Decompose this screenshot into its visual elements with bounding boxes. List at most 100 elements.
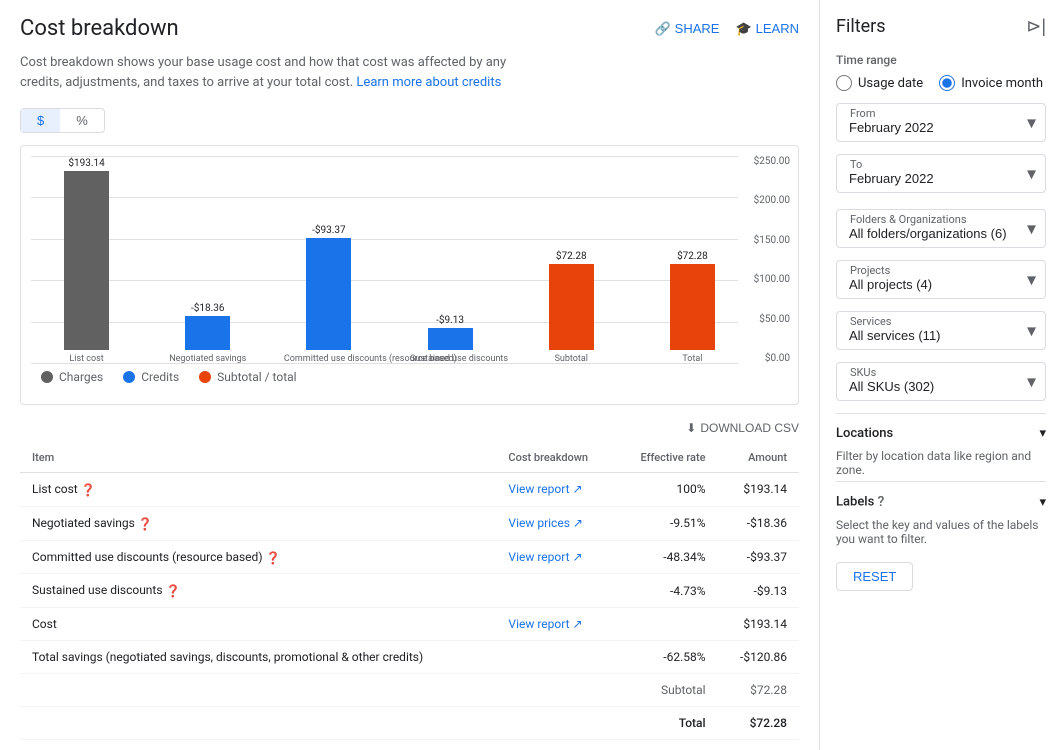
- y-label: $150.00: [754, 235, 790, 246]
- cell-amount: -$120.86: [718, 641, 799, 674]
- to-select[interactable]: February 2022: [836, 154, 1046, 193]
- bar-rect: [428, 328, 473, 350]
- subtotal-empty-1: [20, 674, 496, 707]
- download-icon: ⬇: [686, 421, 696, 435]
- percent-toggle[interactable]: %: [60, 109, 104, 132]
- bar-value: -$18.36: [191, 303, 225, 314]
- bar-value: -$9.13: [436, 315, 464, 326]
- bar-xlabel: Negotiated savings: [169, 354, 246, 364]
- y-label: $100.00: [754, 274, 790, 285]
- download-row: ⬇ DOWNLOAD CSV: [20, 421, 799, 435]
- cell-item: Total savings (negotiated savings, disco…: [20, 641, 496, 674]
- help-icon[interactable]: ❓: [78, 483, 96, 497]
- cost-table: Item Cost breakdown Effective rate Amoun…: [20, 443, 799, 740]
- download-csv-button[interactable]: ⬇ DOWNLOAD CSV: [686, 421, 799, 435]
- to-dropdown: To February 2022 ▾: [836, 154, 1046, 193]
- filters-panel: Filters ⊳| Time range Usage date Invoice…: [820, 0, 1062, 750]
- legend-label-subtotal: Subtotal / total: [217, 370, 296, 384]
- invoice-month-radio-item[interactable]: Invoice month: [939, 75, 1043, 91]
- cell-item: Sustained use discounts ❓: [20, 574, 496, 608]
- help-icon[interactable]: ❓: [163, 584, 181, 598]
- labels-help-icon[interactable]: ?: [878, 494, 885, 510]
- subtotal-row: Subtotal$72.28: [20, 674, 799, 707]
- cell-amount: $193.14: [718, 608, 799, 641]
- legend-dot-subtotal: [199, 371, 211, 383]
- bar-list-cost: $193.14 List cost: [41, 156, 132, 364]
- locations-header[interactable]: Locations ▾: [836, 426, 1046, 445]
- invoice-month-radio[interactable]: [939, 75, 955, 91]
- dollar-toggle[interactable]: $: [21, 109, 60, 132]
- bar-rect: [549, 264, 594, 350]
- usage-date-label: Usage date: [858, 76, 923, 91]
- cell-cost-breakdown: [496, 574, 615, 608]
- y-axis: $250.00 $200.00 $150.00 $100.00 $50.00 $…: [754, 156, 790, 364]
- legend-label-credits: Credits: [141, 370, 179, 384]
- table-row: Committed use discounts (resource based)…: [20, 540, 799, 574]
- bar: -$9.13 Sustained use discounts: [428, 315, 473, 364]
- usage-date-radio-item[interactable]: Usage date: [836, 75, 923, 91]
- labels-header[interactable]: Labels ? ▾: [836, 494, 1046, 514]
- share-button[interactable]: 🔗 SHARE: [654, 21, 719, 37]
- bar-rect: [670, 264, 715, 350]
- table-section: ⬇ DOWNLOAD CSV Item Cost breakdown Effec…: [20, 421, 799, 740]
- bar-xlabel: Sustained use discounts: [410, 354, 490, 364]
- page-header: Cost breakdown 🔗 SHARE 🎓 LEARN: [20, 16, 799, 41]
- cell-effective-rate: [615, 608, 717, 641]
- col-item: Item: [20, 443, 496, 473]
- main-content: Cost breakdown 🔗 SHARE 🎓 LEARN Cost brea…: [0, 0, 820, 750]
- cell-effective-rate: -62.58%: [615, 641, 717, 674]
- help-icon[interactable]: ❓: [263, 550, 281, 564]
- bar: $72.28 Subtotal: [549, 251, 594, 364]
- services-dropdown: Services All services (11) ▾: [836, 311, 1046, 350]
- cell-amount: -$18.36: [718, 506, 799, 540]
- view-link[interactable]: View prices ↗: [508, 516, 603, 530]
- bar: -$18.36 Negotiated savings: [185, 303, 230, 364]
- learn-more-link[interactable]: Learn more about credits: [356, 75, 501, 90]
- bar-sustained: -$9.13 Sustained use discounts: [405, 156, 496, 364]
- learn-icon: 🎓: [735, 21, 751, 37]
- chart-bars: $193.14 List cost -$18.36 Negotiated sav…: [31, 156, 738, 364]
- toggle-group: $ %: [20, 108, 105, 133]
- view-link[interactable]: View report ↗: [508, 617, 603, 631]
- subtotal-label: Subtotal: [615, 674, 717, 707]
- col-cost-breakdown: Cost breakdown: [496, 443, 615, 473]
- view-link[interactable]: View report ↗: [508, 550, 603, 564]
- filters-title: Filters: [836, 16, 886, 37]
- bar-value: $193.14: [68, 158, 104, 169]
- view-link[interactable]: View report ↗: [508, 482, 603, 496]
- table-row: Cost View report ↗ $193.14: [20, 608, 799, 641]
- usage-date-radio[interactable]: [836, 75, 852, 91]
- time-range-section: Time range Usage date Invoice month From…: [836, 53, 1046, 193]
- learn-button[interactable]: 🎓 LEARN: [735, 21, 799, 37]
- table-row: Sustained use discounts ❓-4.73%-$9.13: [20, 574, 799, 608]
- services-label: Services: [848, 315, 893, 328]
- table-row: Total savings (negotiated savings, disco…: [20, 641, 799, 674]
- bar-xlabel: Subtotal: [555, 354, 588, 364]
- folders-label: Folders & Organizations: [848, 213, 969, 226]
- legend-dot-credits: [123, 371, 135, 383]
- legend-label-charges: Charges: [59, 370, 103, 384]
- bar-xlabel: List cost: [69, 354, 103, 364]
- help-icon[interactable]: ❓: [135, 517, 153, 531]
- reset-button[interactable]: RESET: [836, 562, 913, 591]
- table-row: List cost ❓View report ↗100%$193.14: [20, 473, 799, 507]
- time-range-label: Time range: [836, 53, 1046, 67]
- y-label: $250.00: [754, 156, 790, 167]
- share-icon: 🔗: [654, 21, 670, 37]
- cell-effective-rate: -4.73%: [615, 574, 717, 608]
- bar-negotiated: -$18.36 Negotiated savings: [162, 156, 253, 364]
- from-label: From: [848, 107, 877, 120]
- cell-effective-rate: 100%: [615, 473, 717, 507]
- bar-subtotal: $72.28 Subtotal: [526, 156, 617, 364]
- subtotal-amount: $72.28: [718, 674, 799, 707]
- total-empty-2: [496, 707, 615, 740]
- y-label: $200.00: [754, 195, 790, 206]
- description: Cost breakdown shows your base usage cos…: [20, 53, 520, 92]
- table-row: Negotiated savings ❓View prices ↗-9.51%-…: [20, 506, 799, 540]
- page-title: Cost breakdown: [20, 16, 179, 41]
- cell-amount: -$93.37: [718, 540, 799, 574]
- cell-item: Cost: [20, 608, 496, 641]
- collapse-filters-button[interactable]: ⊳|: [1026, 16, 1046, 37]
- projects-label: Projects: [848, 264, 892, 277]
- cell-effective-rate: -9.51%: [615, 506, 717, 540]
